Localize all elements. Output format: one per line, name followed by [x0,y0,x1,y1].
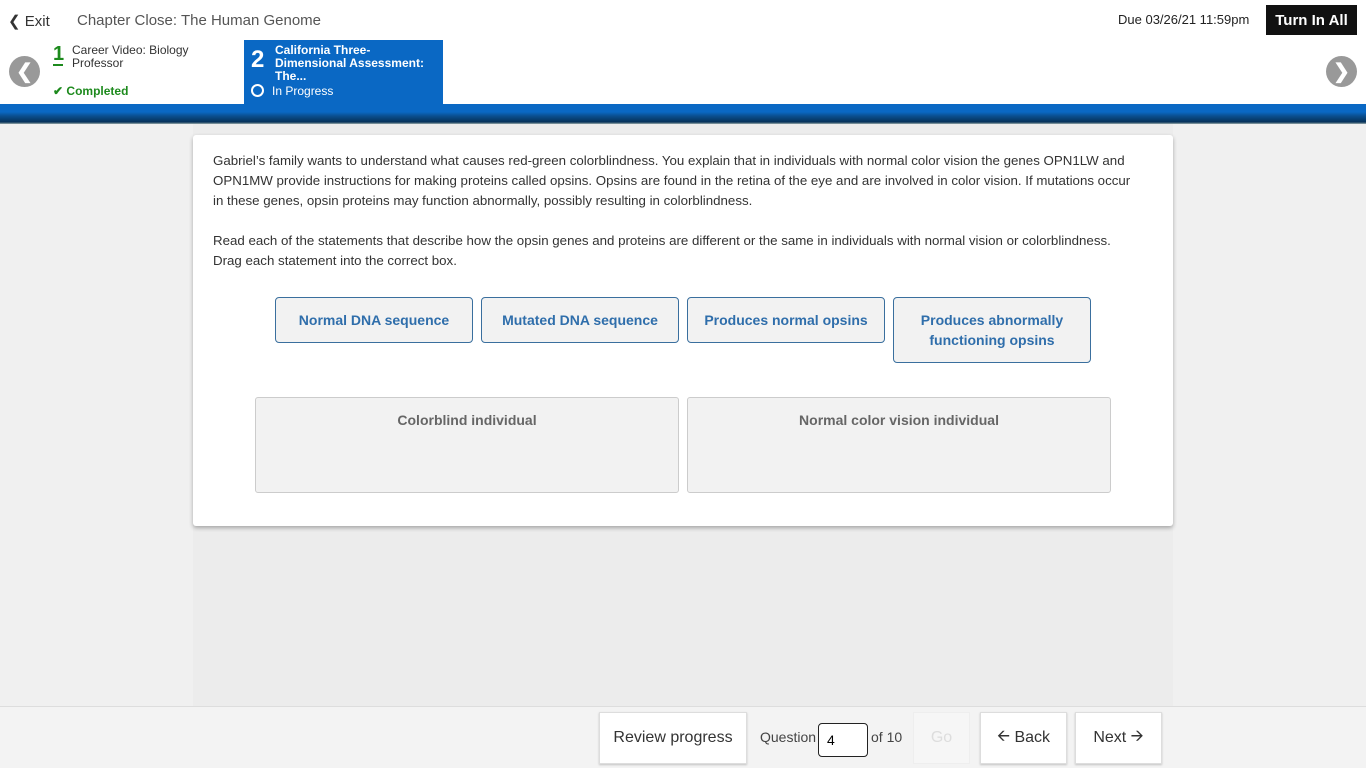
drag-tile-abnormal-opsins[interactable]: Produces abnormally functioning opsins [893,297,1091,363]
drag-tile-normal-opsins[interactable]: Produces normal opsins [687,297,885,343]
drop-zone-normal-vision[interactable]: Normal color vision individual [687,397,1111,493]
next-step-arrow-icon[interactable]: ❯ [1326,56,1357,87]
step-status: In Progress [272,84,334,98]
step-number: 1 [53,43,65,65]
check-icon: ✔ [53,84,64,98]
step-label: Career Video: Biology Professor [72,43,189,70]
back-button[interactable]: 🡨 Back [980,712,1067,764]
back-label: Back [1014,729,1051,746]
step-label: California Three-Dimensional Assessment:… [275,43,424,83]
question-card: Gabriel’s family wants to understand wha… [193,135,1173,526]
exit-label: Exit [24,13,50,30]
footer-nav: Review progress Question of 10 Go 🡨 Back… [0,706,1366,768]
next-button[interactable]: Next 🡪 [1075,712,1162,764]
top-header: ❮ Exit Chapter Close: The Human Genome D… [0,0,1366,104]
chevron-left-icon: ❮ [8,13,21,30]
question-number-input[interactable] [818,723,868,757]
clock-icon [251,84,264,97]
question-paragraph-2: Read each of the statements that describ… [213,233,1111,268]
turn-in-all-button[interactable]: Turn In All [1266,5,1357,35]
step-status: Completed [66,84,129,98]
step-1[interactable]: 1 Career Video: Biology Professor ✔ Comp… [44,40,243,104]
question-paragraph-1: Gabriel’s family wants to understand wha… [213,153,1131,208]
review-progress-button[interactable]: Review progress [599,712,747,764]
assignment-title: Chapter Close: The Human Genome [77,12,322,29]
step-2[interactable]: 2 California Three-Dimensional Assessmen… [244,40,443,104]
step-underline [53,64,63,66]
arrow-right-icon: 🡪 [1130,727,1144,745]
go-button[interactable]: Go [913,712,970,764]
due-date: Due 03/26/21 11:59pm [1118,12,1250,27]
prev-step-arrow-icon[interactable]: ❮ [9,56,40,87]
drag-tile-mutated-dna[interactable]: Mutated DNA sequence [481,297,679,343]
next-label: Next [1093,729,1127,746]
question-total: of 10 [871,729,903,745]
question-label: Question [760,729,817,745]
progress-bar-divider [0,104,1366,124]
drop-zone-colorblind[interactable]: Colorblind individual [255,397,679,493]
arrow-left-icon: 🡨 [996,727,1010,745]
step-number: 2 [251,46,265,73]
exit-button[interactable]: ❮ Exit [8,12,50,30]
drag-tile-normal-dna[interactable]: Normal DNA sequence [275,297,473,343]
